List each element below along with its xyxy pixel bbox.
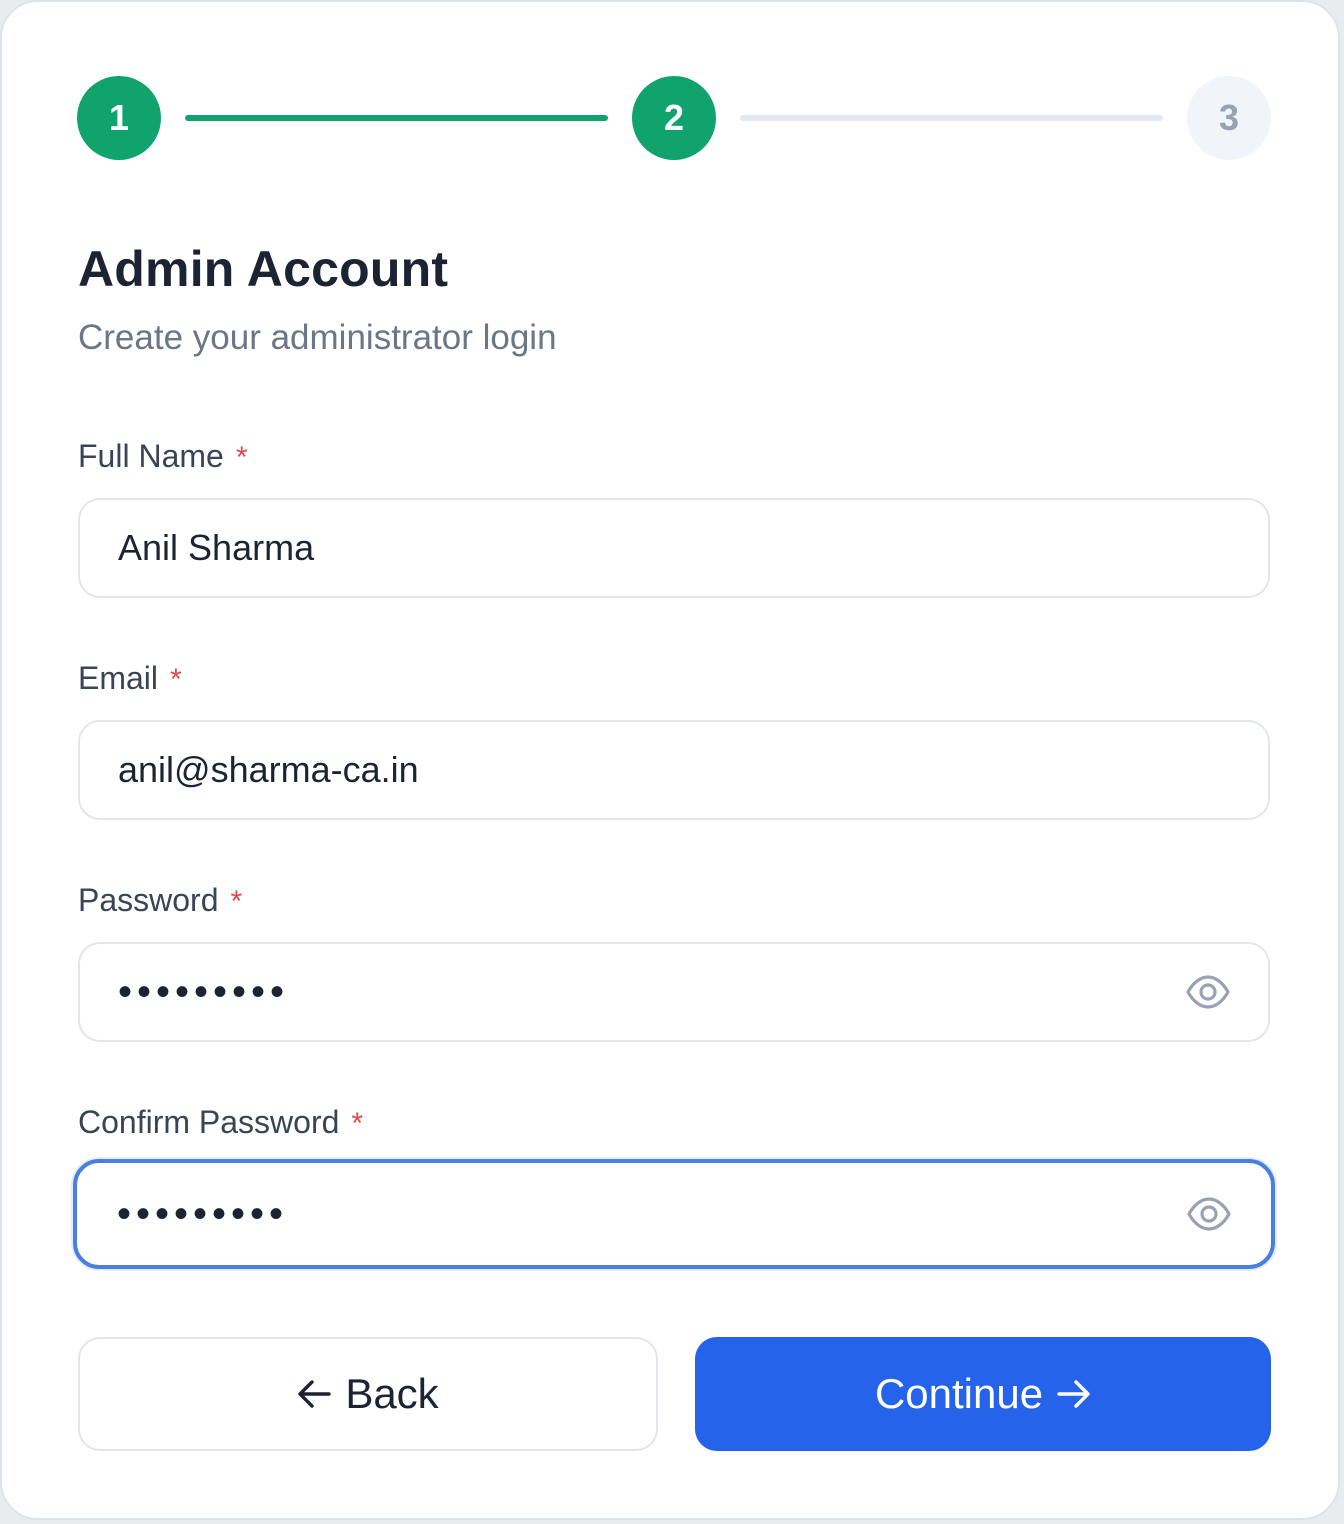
- required-asterisk: *: [235, 441, 248, 474]
- step-3-number: 3: [1218, 97, 1240, 138]
- full-name-field[interactable]: Anil Sharma: [78, 498, 1270, 598]
- required-asterisk: *: [230, 885, 243, 918]
- confirm-password-field[interactable]: •••••••••: [73, 1159, 1275, 1269]
- full-name-value: Anil Sharma: [118, 527, 315, 568]
- step-3[interactable]: 3: [1187, 76, 1271, 160]
- password-field[interactable]: •••••••••: [78, 942, 1270, 1042]
- email-label-text: Email: [78, 660, 159, 696]
- step-2-number: 2: [663, 97, 685, 138]
- eye-icon[interactable]: [1187, 1192, 1231, 1236]
- confirm-password-label: Confirm Password *: [78, 1104, 363, 1141]
- continue-button-label: Continue: [874, 1370, 1044, 1417]
- email-field[interactable]: anil@sharma-ca.in: [78, 720, 1270, 820]
- step-2[interactable]: 2: [632, 76, 716, 160]
- required-asterisk: *: [170, 663, 182, 696]
- stepper: 1 2 3: [77, 76, 1271, 160]
- back-button-label: Back: [345, 1370, 439, 1417]
- email-label: Email *: [78, 660, 182, 697]
- eye-icon[interactable]: [1186, 970, 1230, 1014]
- password-label-text: Password: [78, 882, 219, 918]
- step-1[interactable]: 1: [77, 76, 161, 160]
- back-button[interactable]: Back: [78, 1337, 658, 1451]
- page-title: Admin Account: [78, 241, 449, 297]
- setup-card: 1 2 3 Admin Account Create your administ…: [0, 0, 1340, 1520]
- step-1-number: 1: [108, 97, 130, 138]
- step-connector-1: [185, 115, 608, 121]
- password-masked-value: •••••••••: [118, 970, 290, 1014]
- full-name-label: Full Name *: [78, 438, 248, 475]
- continue-button[interactable]: Continue: [695, 1337, 1271, 1451]
- confirm-password-masked-value: •••••••••: [117, 1192, 289, 1236]
- arrow-right-icon: [1057, 1379, 1091, 1409]
- required-asterisk: *: [351, 1107, 364, 1140]
- page-subtitle: Create your administrator login: [78, 318, 557, 357]
- full-name-label-text: Full Name: [78, 438, 224, 474]
- arrow-left-icon: [297, 1379, 332, 1409]
- confirm-password-label-text: Confirm Password: [78, 1104, 340, 1140]
- password-label: Password *: [78, 882, 242, 919]
- step-connector-2: [740, 115, 1163, 121]
- email-value: anil@sharma-ca.in: [118, 749, 419, 790]
